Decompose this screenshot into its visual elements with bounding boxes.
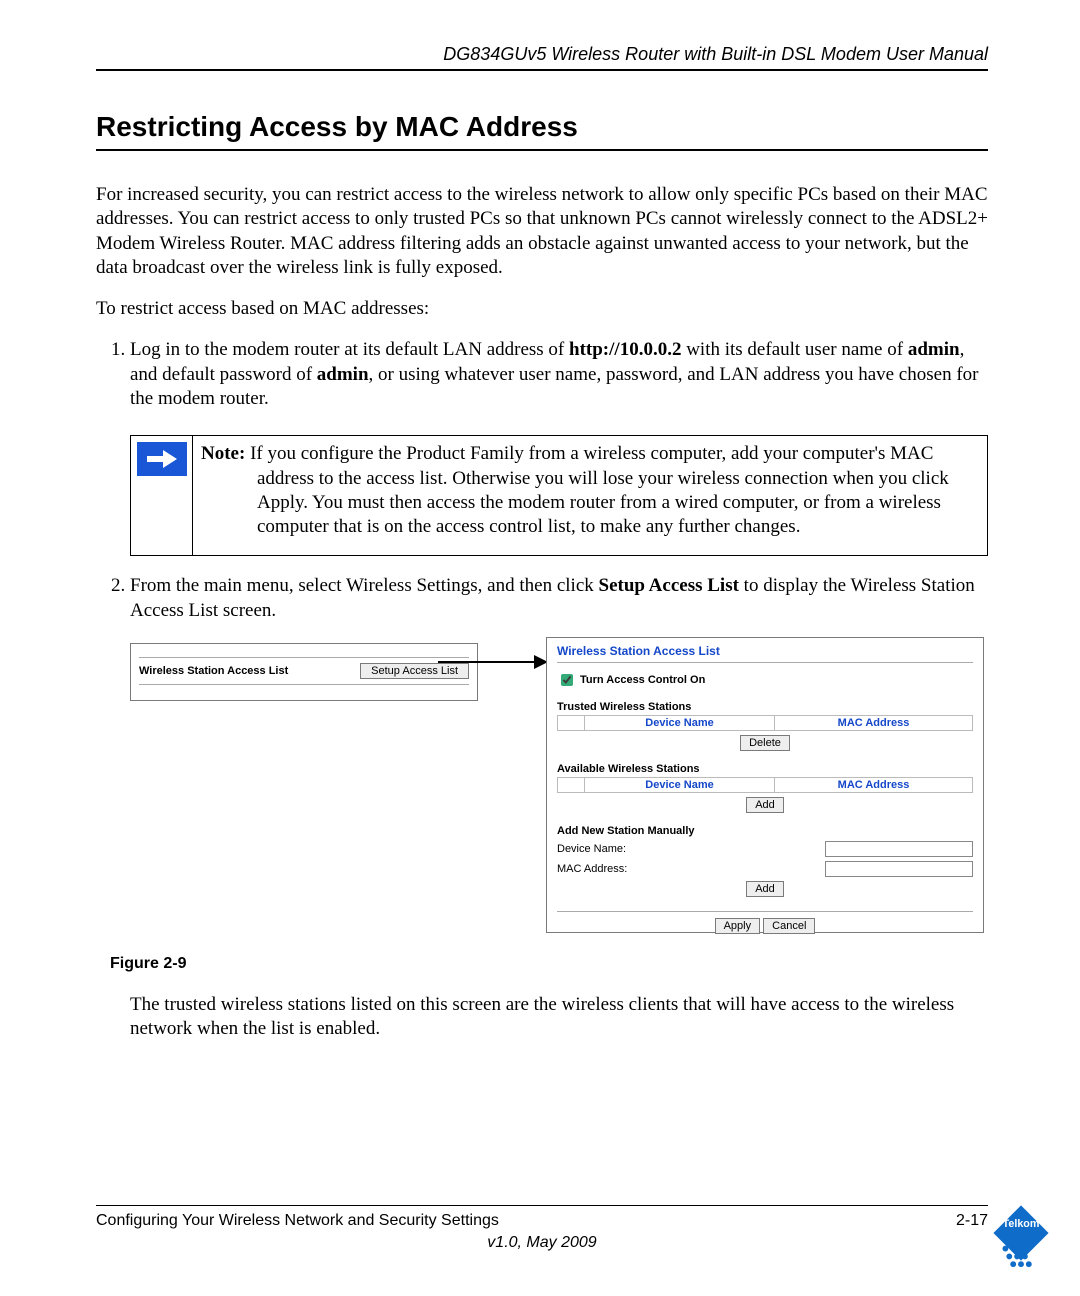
note-box: Note: If you configure the Product Famil…: [130, 435, 988, 556]
arrow-right-icon: [137, 442, 187, 476]
setup-access-list-button[interactable]: Setup Access List: [360, 663, 469, 679]
access-list-panel: Wireless Station Access List Turn Access…: [546, 637, 984, 933]
trusted-stations-heading: Trusted Wireless Stations: [557, 701, 973, 713]
device-name-label: Device Name:: [557, 843, 667, 855]
turn-access-control-on[interactable]: Turn Access Control On: [557, 671, 973, 689]
delete-button[interactable]: Delete: [740, 735, 790, 751]
step-1: Log in to the modem router at its defaul…: [130, 338, 988, 411]
telkom-logo-icon: Telkom: [982, 1194, 1060, 1272]
col-mac-address: MAC Address: [775, 716, 973, 731]
access-control-label: Turn Access Control On: [580, 674, 705, 686]
step1-mid1: with its default user name of: [681, 339, 907, 360]
step1-url: http://10.0.0.2: [569, 339, 681, 360]
mini-panel: Wireless Station Access List Setup Acces…: [130, 643, 478, 701]
available-stations-heading: Available Wireless Stations: [557, 763, 973, 775]
step2-bold: Setup Access List: [599, 575, 739, 596]
mac-address-label: MAC Address:: [557, 863, 667, 875]
svg-text:Telkom: Telkom: [1003, 1218, 1040, 1230]
mac-address-input[interactable]: [825, 861, 973, 877]
apply-button[interactable]: Apply: [715, 918, 761, 934]
figure: Wireless Station Access List Setup Acces…: [130, 637, 988, 937]
add-available-button[interactable]: Add: [746, 797, 784, 813]
callout-line: [438, 661, 538, 663]
add-manual-button[interactable]: Add: [746, 881, 784, 897]
col-mac-address-2: MAC Address: [775, 778, 973, 793]
col-device-name-2: Device Name: [585, 778, 775, 793]
access-control-checkbox[interactable]: [561, 674, 573, 686]
step2-pre: From the main menu, select Wireless Sett…: [130, 575, 599, 596]
after-figure-paragraph: The trusted wireless stations listed on …: [130, 993, 988, 1042]
step1-pre: Log in to the modem router at its defaul…: [130, 339, 569, 360]
note-text: Note: If you configure the Product Famil…: [193, 436, 987, 555]
page-title: Restricting Access by MAC Address: [96, 111, 988, 151]
trusted-stations-table: Device Name MAC Address: [557, 715, 973, 731]
step1-pass: admin: [317, 364, 369, 385]
cancel-button[interactable]: Cancel: [763, 918, 815, 934]
step1-user: admin: [908, 339, 960, 360]
add-manually-heading: Add New Station Manually: [557, 825, 973, 837]
note-icon-cell: [131, 436, 193, 555]
page-footer: Configuring Your Wireless Network and Se…: [96, 1205, 988, 1252]
note-body: If you configure the Product Family from…: [245, 443, 948, 537]
note-label: Note:: [201, 443, 245, 464]
col-device-name: Device Name: [585, 716, 775, 731]
panel-title: Wireless Station Access List: [557, 644, 973, 658]
intro-paragraph: For increased security, you can restrict…: [96, 183, 988, 280]
footer-section: Configuring Your Wireless Network and Se…: [96, 1212, 499, 1230]
procedure-lead: To restrict access based on MAC addresse…: [96, 298, 988, 320]
step-2: From the main menu, select Wireless Sett…: [130, 574, 988, 623]
device-name-input[interactable]: [825, 841, 973, 857]
mini-panel-label: Wireless Station Access List: [139, 665, 288, 677]
running-header: DG834GUv5 Wireless Router with Built-in …: [96, 44, 988, 71]
available-stations-table: Device Name MAC Address: [557, 777, 973, 793]
figure-caption: Figure 2-9: [110, 955, 988, 973]
footer-version: v1.0, May 2009: [96, 1234, 988, 1252]
